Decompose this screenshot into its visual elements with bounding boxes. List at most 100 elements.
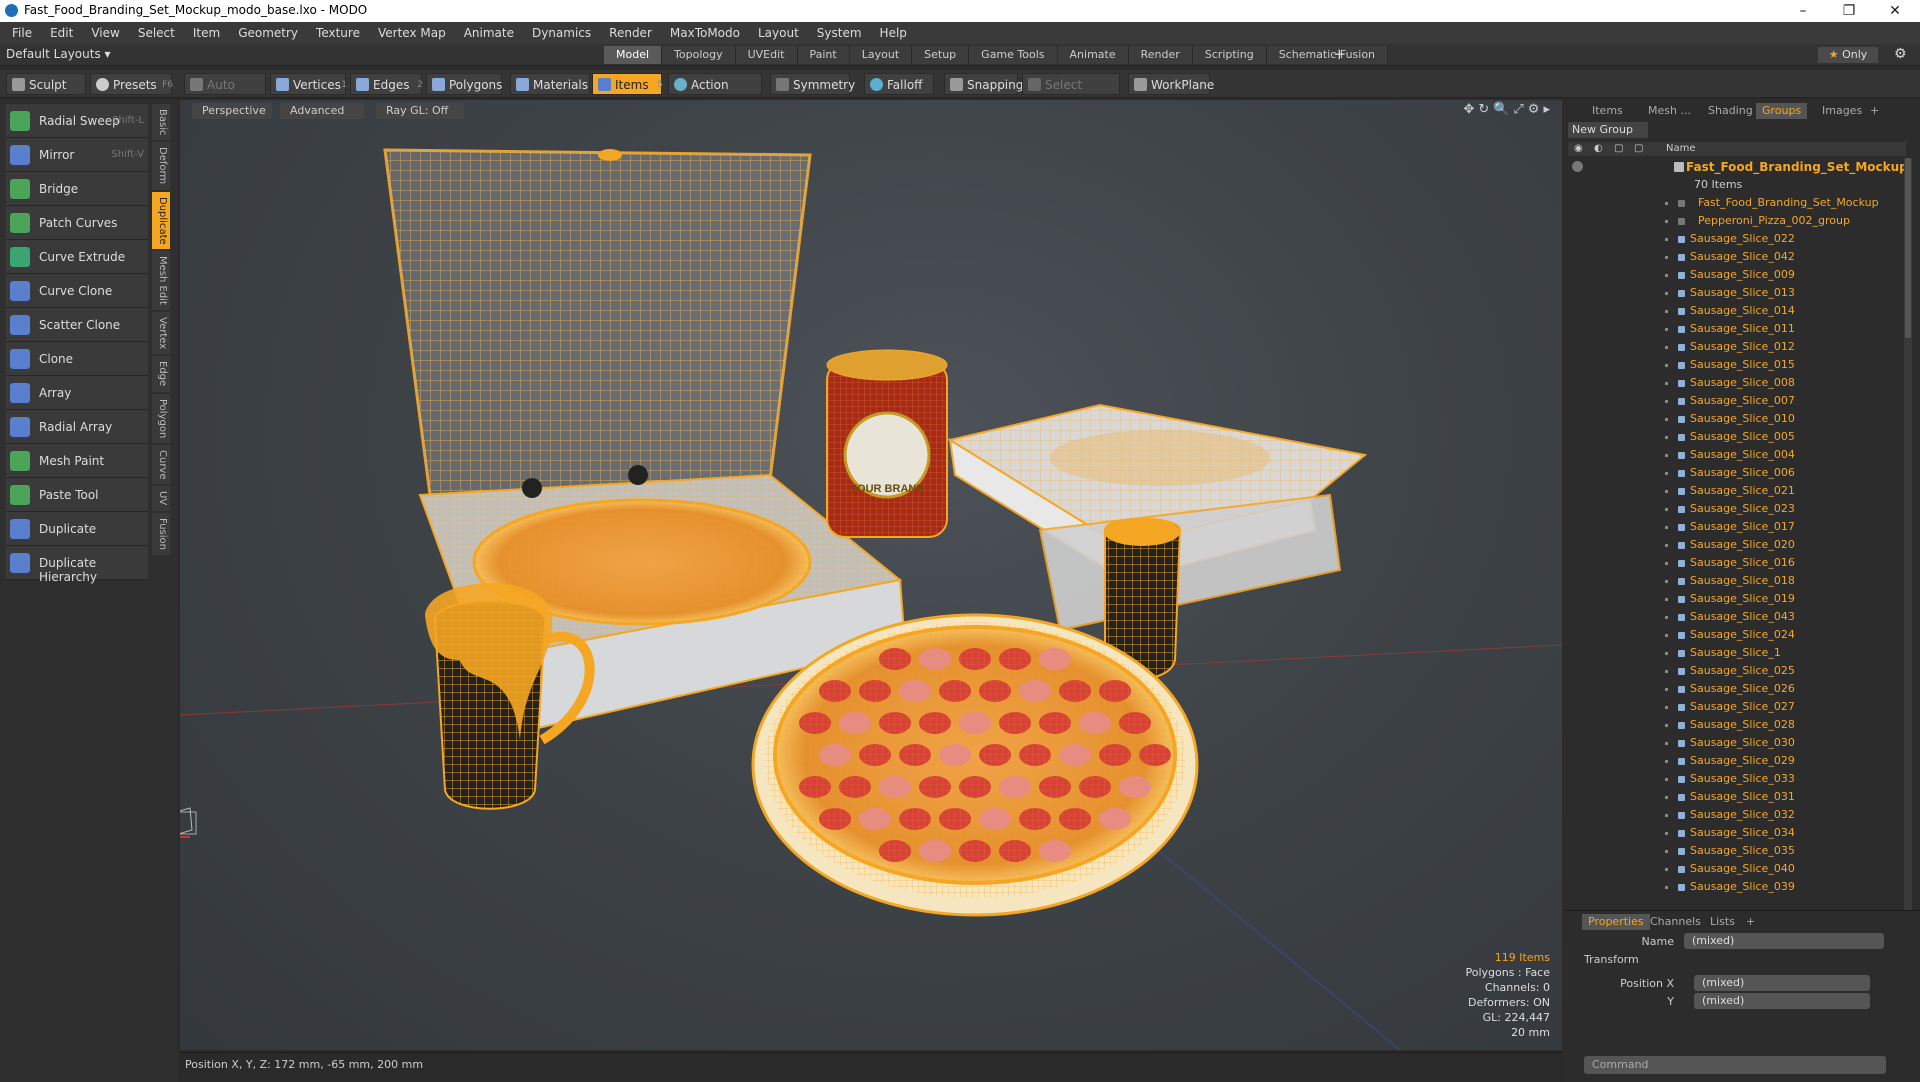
list-item[interactable]: Sausage_Slice_043 bbox=[1568, 608, 1906, 626]
category-tab-uv[interactable]: UV bbox=[152, 486, 170, 511]
list-item[interactable]: Sausage_Slice_007 bbox=[1568, 392, 1906, 410]
expand-icon[interactable] bbox=[1665, 796, 1668, 799]
expand-icon[interactable] bbox=[1665, 850, 1668, 853]
visibility-icon[interactable] bbox=[1572, 161, 1583, 172]
list-item[interactable]: Sausage_Slice_035 bbox=[1568, 842, 1906, 860]
list-item[interactable]: Sausage_Slice_006 bbox=[1568, 464, 1906, 482]
list-item[interactable]: Sausage_Slice_015 bbox=[1568, 356, 1906, 374]
menu-view[interactable]: View bbox=[82, 22, 128, 44]
minimize-button[interactable]: – bbox=[1780, 0, 1826, 22]
menu-layout[interactable]: Layout bbox=[749, 22, 808, 44]
list-item[interactable]: Sausage_Slice_016 bbox=[1568, 554, 1906, 572]
menu-animate[interactable]: Animate bbox=[455, 22, 523, 44]
expand-icon[interactable] bbox=[1665, 490, 1668, 493]
list-item[interactable]: Sausage_Slice_010 bbox=[1568, 410, 1906, 428]
tab-uvedit[interactable]: UVEdit bbox=[735, 46, 798, 64]
expand-icon[interactable] bbox=[1665, 868, 1668, 871]
tab-channels[interactable]: Channels bbox=[1644, 914, 1707, 930]
list-item[interactable]: Sausage_Slice_032 bbox=[1568, 806, 1906, 824]
transform-section[interactable]: Transform bbox=[1584, 953, 1639, 966]
expand-icon[interactable] bbox=[1665, 454, 1668, 457]
list-item[interactable]: Sausage_Slice_039 bbox=[1568, 878, 1906, 896]
tab-scripting[interactable]: Scripting bbox=[1192, 46, 1267, 64]
layout-selector[interactable]: Default Layouts ▾ bbox=[6, 47, 111, 61]
tab-model[interactable]: Model bbox=[604, 46, 663, 64]
menu-dynamics[interactable]: Dynamics bbox=[523, 22, 600, 44]
menu-system[interactable]: System bbox=[808, 22, 871, 44]
sculpt-button[interactable]: Sculpt bbox=[6, 73, 86, 95]
list-item[interactable]: Sausage_Slice_017 bbox=[1568, 518, 1906, 536]
list-item[interactable]: Sausage_Slice_011 bbox=[1568, 320, 1906, 338]
expand-icon[interactable] bbox=[1665, 346, 1668, 349]
tab-render[interactable]: Render bbox=[1128, 46, 1193, 64]
category-tab-polygon[interactable]: Polygon bbox=[152, 393, 170, 443]
add-panel-tab-icon[interactable]: + bbox=[1864, 103, 1885, 119]
tool-curve-extrude[interactable]: Curve Extrude bbox=[6, 240, 148, 274]
tab-paint[interactable]: Paint bbox=[797, 46, 850, 64]
menu-geometry[interactable]: Geometry bbox=[229, 22, 307, 44]
3d-viewport[interactable]: Perspective Advanced Ray GL: Off ✥↻🔍⤢⚙▸ bbox=[180, 100, 1562, 1050]
menu-maxtomodo[interactable]: MaxToModo bbox=[661, 22, 749, 44]
expand-icon[interactable] bbox=[1665, 598, 1668, 601]
category-tab-mesh-edit[interactable]: Mesh Edit bbox=[152, 251, 170, 311]
expand-icon[interactable] bbox=[1665, 220, 1668, 223]
expand-icon[interactable] bbox=[1665, 580, 1668, 583]
tab-properties[interactable]: Properties bbox=[1582, 914, 1650, 930]
position-y-field[interactable]: (mixed) bbox=[1694, 993, 1870, 1009]
only-toggle[interactable]: ★ Only bbox=[1818, 47, 1878, 63]
group-row[interactable]: Pepperoni_Pizza_002_group bbox=[1568, 212, 1906, 230]
tool-clone[interactable]: Clone bbox=[6, 342, 148, 376]
name-column-header[interactable]: Name bbox=[1666, 142, 1696, 156]
expand-icon[interactable] bbox=[1665, 202, 1668, 205]
menu-vertex-map[interactable]: Vertex Map bbox=[369, 22, 455, 44]
expand-icon[interactable] bbox=[1665, 724, 1668, 727]
tab-schematic-fusion[interactable]: Schematic Fusion bbox=[1266, 46, 1389, 64]
tool-patch-curves[interactable]: Patch Curves bbox=[6, 206, 148, 240]
category-tab-deform[interactable]: Deform bbox=[152, 142, 170, 190]
command-input[interactable]: Command bbox=[1584, 1056, 1886, 1074]
category-tab-vertex[interactable]: Vertex bbox=[152, 312, 170, 355]
list-item[interactable]: Sausage_Slice_009 bbox=[1568, 266, 1906, 284]
list-item[interactable]: Sausage_Slice_008 bbox=[1568, 374, 1906, 392]
expand-icon[interactable] bbox=[1665, 472, 1668, 475]
menu-file[interactable]: File bbox=[3, 22, 41, 44]
tab-lists[interactable]: Lists bbox=[1704, 914, 1741, 930]
select-through-button[interactable]: Select Through bbox=[1022, 73, 1120, 114]
tool-radial-sweep[interactable]: Radial Sweep Shift-L bbox=[6, 104, 148, 138]
action-center-button[interactable]: Action Center bbox=[668, 73, 762, 114]
list-item[interactable]: Sausage_Slice_034 bbox=[1568, 824, 1906, 842]
tool-bridge[interactable]: Bridge bbox=[6, 172, 148, 206]
expand-icon[interactable] bbox=[1665, 328, 1668, 331]
expand-icon[interactable] bbox=[1665, 832, 1668, 835]
menu-edit[interactable]: Edit bbox=[41, 22, 82, 44]
expand-icon[interactable] bbox=[1665, 814, 1668, 817]
edges-button[interactable]: Edges 2 bbox=[350, 73, 423, 95]
list-item[interactable]: Sausage_Slice_025 bbox=[1568, 662, 1906, 680]
list-item[interactable]: Sausage_Slice_026 bbox=[1568, 680, 1906, 698]
menu-texture[interactable]: Texture bbox=[307, 22, 369, 44]
expand-icon[interactable] bbox=[1665, 436, 1668, 439]
list-item[interactable]: Sausage_Slice_012 bbox=[1568, 338, 1906, 356]
expand-icon[interactable] bbox=[1665, 400, 1668, 403]
expand-icon[interactable] bbox=[1665, 742, 1668, 745]
tool-duplicate[interactable]: Duplicate bbox=[6, 512, 148, 546]
tab-shading[interactable]: Shading bbox=[1702, 103, 1759, 119]
list-item[interactable]: Sausage_Slice_018 bbox=[1568, 572, 1906, 590]
expand-icon[interactable] bbox=[1665, 616, 1668, 619]
tool-scatter-clone[interactable]: Scatter Clone bbox=[6, 308, 148, 342]
tab-topology[interactable]: Topology bbox=[662, 46, 736, 64]
tab-setup[interactable]: Setup bbox=[912, 46, 970, 64]
add-tab-icon[interactable]: + bbox=[1333, 45, 1346, 63]
category-tab-fusion[interactable]: Fusion bbox=[152, 512, 170, 555]
tool-array[interactable]: Array bbox=[6, 376, 148, 410]
expand-icon[interactable] bbox=[1665, 778, 1668, 781]
list-item[interactable]: Sausage_Slice_033 bbox=[1568, 770, 1906, 788]
list-item[interactable]: Sausage_Slice_024 bbox=[1568, 626, 1906, 644]
new-group-button[interactable]: New Group bbox=[1568, 122, 1648, 138]
menu-help[interactable]: Help bbox=[871, 22, 916, 44]
list-item[interactable]: Sausage_Slice_031 bbox=[1568, 788, 1906, 806]
tab-items[interactable]: Items bbox=[1586, 103, 1629, 119]
expand-icon[interactable] bbox=[1665, 310, 1668, 313]
auto-select-button[interactable]: Auto Select bbox=[184, 73, 266, 114]
expand-icon[interactable] bbox=[1665, 886, 1668, 889]
